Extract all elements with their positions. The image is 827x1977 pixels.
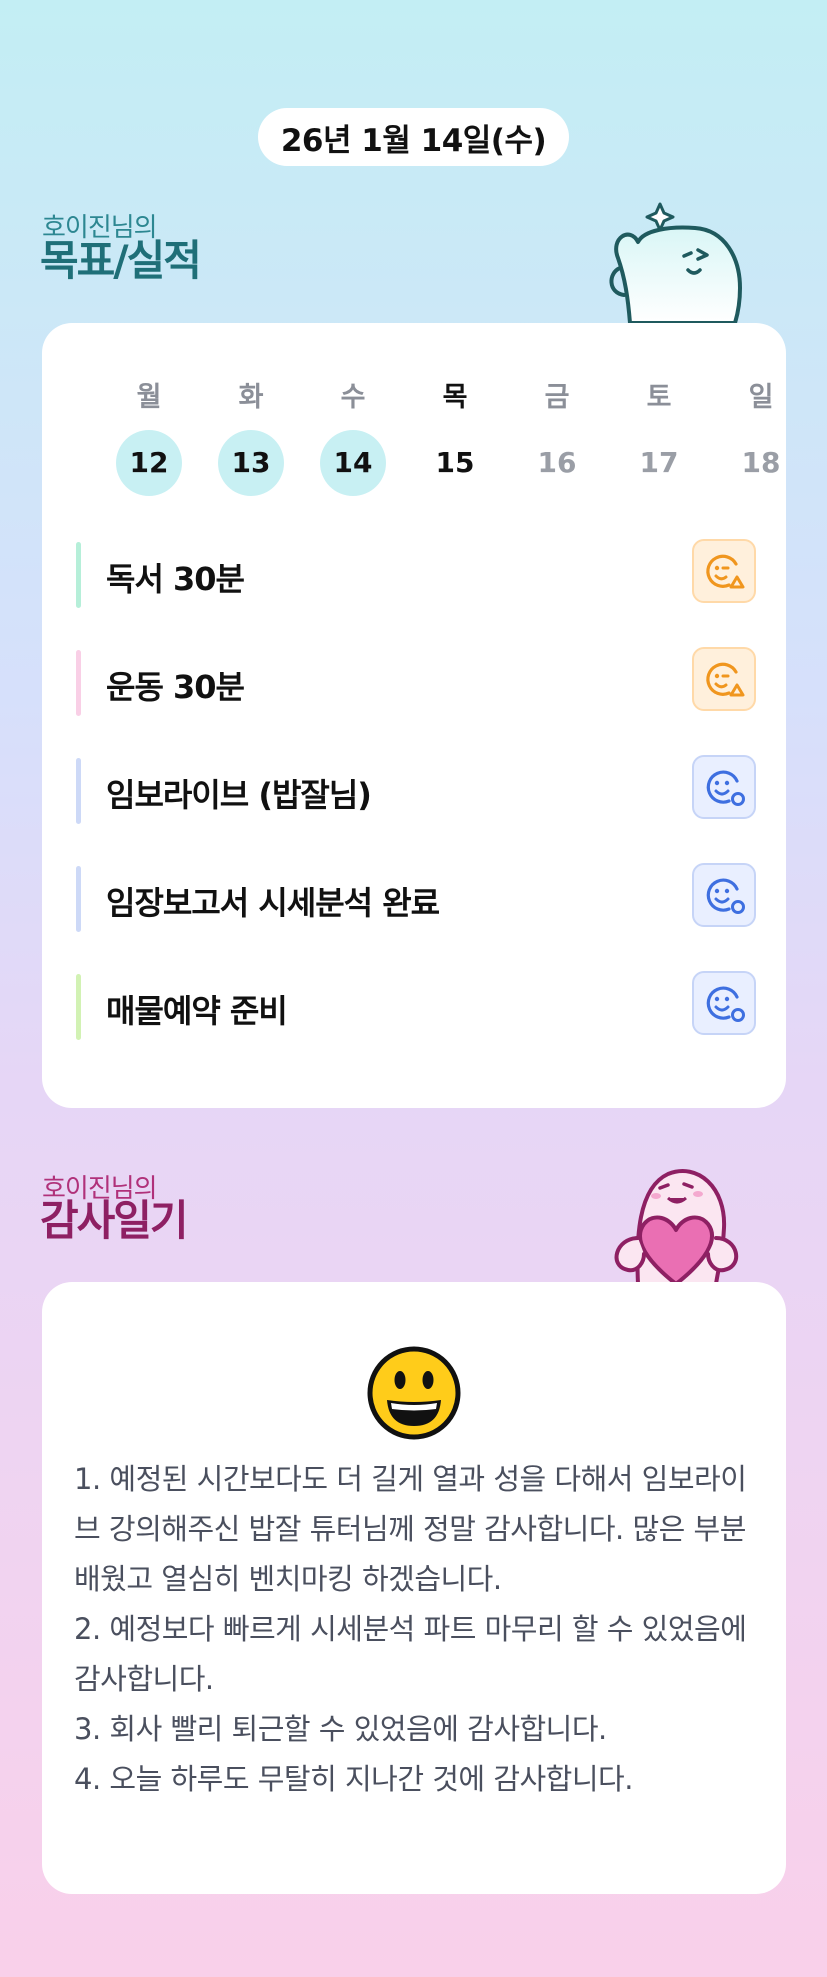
weekday-label: 월 xyxy=(136,382,162,413)
goal-item: 운동 30분 xyxy=(76,647,756,716)
goal-item: 임보라이브 (밥잘님) xyxy=(76,755,756,824)
day-13-button[interactable]: 13 xyxy=(218,430,284,496)
weekday-label: 금 xyxy=(544,382,570,413)
goal-label: 임장보고서 시세분석 완료 xyxy=(106,884,440,922)
thanks-section-title: 감사일기 xyxy=(40,1196,189,1245)
grinning-face-icon[interactable] xyxy=(367,1346,461,1440)
goal-color-bar xyxy=(76,542,81,608)
goal-label: 임보라이브 (밥잘님) xyxy=(106,776,372,814)
face-circle-icon xyxy=(706,986,745,1022)
goal-status-button[interactable] xyxy=(692,647,756,711)
goal-color-bar xyxy=(76,974,81,1040)
goal-label: 매물예약 준비 xyxy=(106,992,288,1030)
face-triangle-icon xyxy=(706,662,745,697)
day-17-button[interactable]: 17 xyxy=(624,430,694,496)
mascot-heart-icon xyxy=(614,1169,739,1284)
day-15-button[interactable]: 15 xyxy=(420,430,490,496)
face-circle-icon xyxy=(706,878,745,914)
goal-status-button[interactable] xyxy=(692,755,756,819)
goal-color-bar xyxy=(76,866,81,932)
goals-section-title: 목표/실적 xyxy=(40,236,202,285)
goals-card: 월 화 수 목 금 토 일 12 13 14 15 16 17 18 독서 30… xyxy=(42,323,786,1108)
gratitude-journal-text: 1. 예정된 시간보다도 더 길게 열과 성을 다해서 임보라이브 강의해주신 … xyxy=(74,1462,747,1796)
goal-color-bar xyxy=(76,758,81,824)
goal-item: 독서 30분 xyxy=(76,539,756,608)
weekday-label: 화 xyxy=(238,382,264,413)
goal-status-button[interactable] xyxy=(692,971,756,1035)
thanks-card: 1. 예정된 시간보다도 더 길게 열과 성을 다해서 임보라이브 강의해주신 … xyxy=(42,1282,786,1894)
goal-label: 운동 30분 xyxy=(106,668,245,706)
goal-color-bar xyxy=(76,650,81,716)
day-12-button[interactable]: 12 xyxy=(116,430,182,496)
date-pill[interactable]: 26년 1월 14일(수) xyxy=(258,108,569,166)
day-14-button[interactable]: 14 xyxy=(320,430,386,496)
weekday-label: 토 xyxy=(646,382,672,413)
day-18-button[interactable]: 18 xyxy=(726,430,796,496)
goal-item: 임장보고서 시세분석 완료 xyxy=(76,863,756,932)
goal-status-button[interactable] xyxy=(692,863,756,927)
weekday-label: 수 xyxy=(340,382,366,413)
weekday-label: 목 xyxy=(442,382,468,413)
goal-label: 독서 30분 xyxy=(106,560,245,598)
face-circle-icon xyxy=(706,770,745,806)
goal-status-button[interactable] xyxy=(692,539,756,603)
weekday-label: 일 xyxy=(748,382,774,413)
goal-item: 매물예약 준비 xyxy=(76,971,756,1040)
day-16-button[interactable]: 16 xyxy=(522,430,592,496)
face-triangle-icon xyxy=(706,554,745,589)
mascot-waving-icon xyxy=(609,202,742,323)
